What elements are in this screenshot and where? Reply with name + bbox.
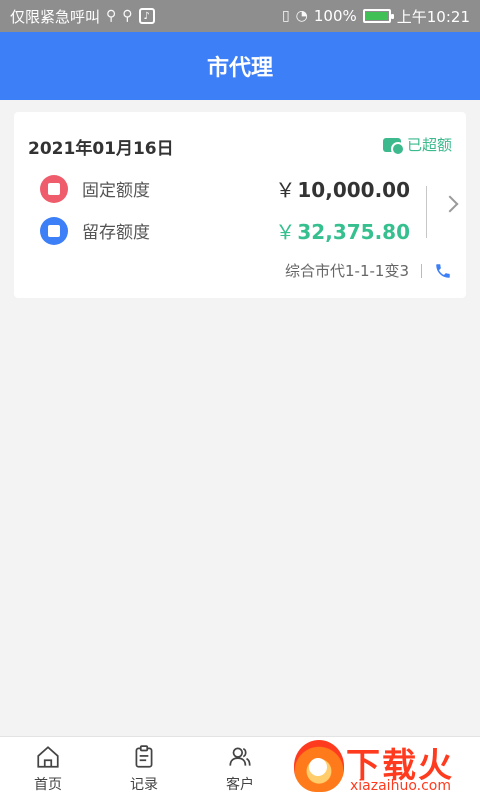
card-footer: 综合市代1-1-1变3	[285, 260, 452, 281]
clock: 上午10:21	[396, 7, 470, 26]
nav-record-label: 记录	[130, 777, 158, 793]
usb-icon: ⚲	[106, 8, 117, 24]
fixed-quota-icon	[40, 174, 68, 203]
nav-home[interactable]: 首页	[0, 737, 96, 800]
nav-home-label: 首页	[34, 777, 62, 793]
quota-card[interactable]: 2021年01月16日 已超额 固定额度 ￥ 10,000.00 留存额度 ￥ 32…	[14, 112, 466, 298]
record-icon	[135, 745, 153, 768]
nav-record[interactable]: 记录	[96, 737, 192, 800]
wifi-icon: ◔	[295, 8, 308, 24]
status-badge: 已超额	[382, 134, 452, 156]
fixed-quota-label: 固定额度	[82, 181, 150, 201]
fixed-quota-amount: 10,000.00	[297, 178, 410, 202]
status-label: 已超额	[406, 136, 452, 154]
phone-icon[interactable]	[434, 262, 452, 280]
fixed-quota-row: 固定额度 ￥ 10,000.00	[40, 174, 410, 203]
watermark-logo: 下载火 xiazaihuo.com	[284, 734, 480, 800]
carrier-text: 仅限紧急呼叫	[10, 7, 101, 26]
page-title: 市代理	[0, 32, 480, 100]
battery-percent: 100%	[313, 7, 357, 25]
currency-symbol: ￥	[275, 178, 296, 202]
nav-customer[interactable]: 客户	[192, 737, 288, 800]
divider	[421, 263, 422, 278]
divider	[426, 186, 427, 238]
retained-quota-icon	[40, 216, 68, 245]
battery-icon	[362, 9, 394, 23]
chevron-right-icon[interactable]	[441, 195, 459, 213]
retained-quota-amount: 32,375.80	[297, 220, 410, 244]
card-date: 2021年01月16日	[28, 139, 174, 159]
status-bar: 仅限紧急呼叫 ⚲ ⚲ ♪ ▯ ◔ 100% 上午10:21	[0, 0, 480, 32]
currency-symbol: ￥	[275, 220, 296, 244]
watermark-subtext: xiazaihuo.com	[350, 778, 451, 794]
retained-quota-value: ￥ 32,375.80	[275, 216, 410, 245]
retained-quota-label: 留存额度	[82, 223, 150, 243]
usb-icon-2: ⚲	[122, 8, 133, 24]
fixed-quota-value: ￥ 10,000.00	[275, 174, 410, 203]
flame-icon	[294, 740, 344, 792]
nav-customer-label: 客户	[226, 777, 254, 793]
customer-icon	[229, 747, 251, 766]
vibrate-icon: ▯	[281, 8, 290, 24]
home-icon	[37, 746, 59, 768]
retained-quota-row: 留存额度 ￥ 32,375.80	[40, 216, 410, 245]
music-icon: ♪	[138, 8, 155, 24]
over-limit-icon	[382, 137, 405, 156]
agent-name: 综合市代1-1-1变3	[285, 262, 409, 280]
